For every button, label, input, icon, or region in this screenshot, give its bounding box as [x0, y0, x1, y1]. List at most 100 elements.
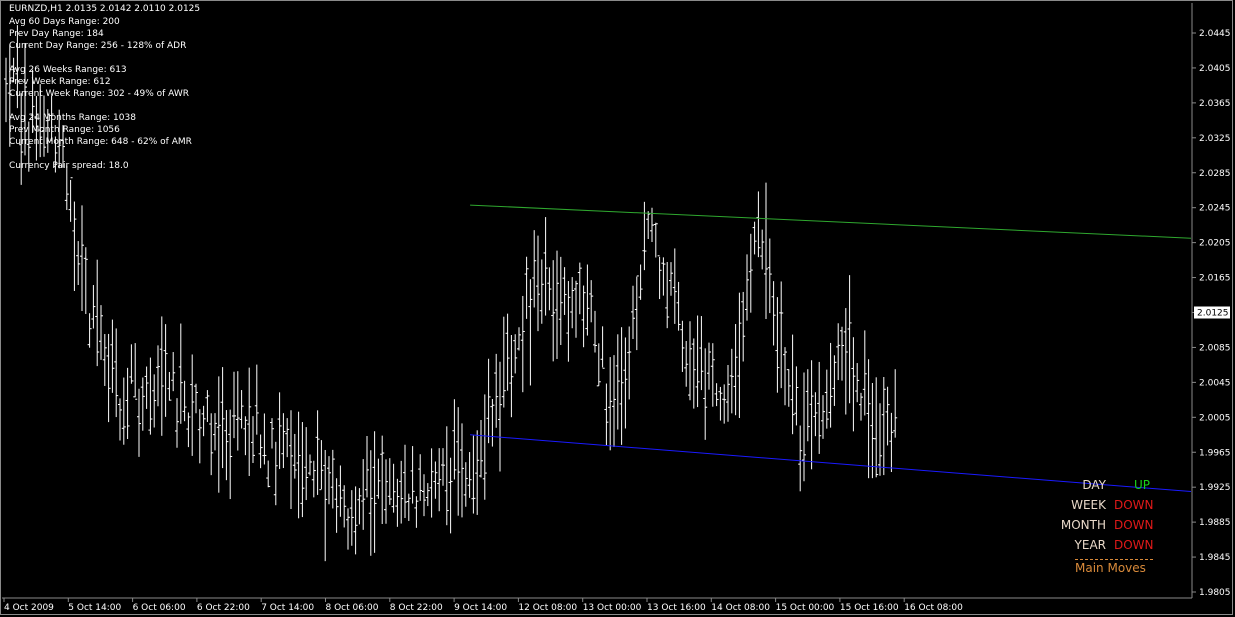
time-tick-label: 5 Oct 14:00 — [68, 603, 121, 613]
time-tick-label: 16 Oct 08:00 — [904, 603, 963, 613]
ohlc-bar — [657, 255, 662, 300]
price-tick-label: 1.9805 — [1199, 588, 1231, 598]
ohlc-bar — [703, 348, 708, 440]
ohlc-bar — [308, 454, 312, 476]
ohlc-bar — [893, 369, 898, 438]
ohlc-bar — [235, 371, 240, 451]
ohlc-bar — [885, 386, 890, 446]
trend-value: DOWN — [1114, 498, 1154, 512]
ohlc-bar — [133, 343, 138, 400]
ohlc-bar — [247, 367, 252, 476]
ohlc-bar — [695, 315, 700, 408]
price-tick-label: 2.0245 — [1199, 204, 1231, 214]
symbol-ohlc-readout: EURNZD,H1 2.0135 2.0142 2.0110 2.0125 — [9, 4, 201, 14]
ohlc-bar — [596, 343, 601, 387]
ohlc-bar — [661, 257, 666, 296]
ohlc-bar — [384, 459, 388, 524]
main-moves-divider — [1075, 559, 1153, 560]
ohlc-bar — [619, 327, 624, 445]
ohlc-bar — [756, 191, 761, 258]
ohlc-bar — [121, 377, 126, 445]
trend-label: YEAR — [1074, 538, 1106, 552]
ohlc-bar — [391, 463, 396, 513]
ohlc-bar — [463, 462, 468, 507]
ohlc-bar — [289, 410, 293, 510]
ohlc-bar — [558, 256, 563, 346]
ohlc-bar — [688, 321, 692, 401]
ohlc-bar — [175, 398, 179, 448]
ohlc-bar — [551, 260, 556, 362]
ohlc-bar — [102, 334, 107, 386]
ohlc-bar — [536, 235, 540, 332]
price-tick-label: 2.0165 — [1199, 274, 1231, 284]
ohlc-bar — [498, 361, 502, 472]
ohlc-bar — [254, 364, 259, 435]
ohlc-bar — [353, 486, 358, 555]
ohlc-bar — [479, 419, 483, 478]
ohlc-bar — [106, 333, 111, 423]
ohlc-bar — [144, 366, 149, 409]
time-tick-label: 6 Oct 06:00 — [133, 603, 186, 613]
ohlc-bar — [684, 341, 689, 387]
ohlc-bar — [646, 211, 651, 240]
ohlc-bar — [889, 412, 894, 473]
ohlc-bar — [114, 328, 119, 418]
price-tick-label: 1.9925 — [1199, 483, 1231, 493]
ohlc-bar — [178, 323, 183, 424]
resistance-trendline[interactable] — [470, 204, 1192, 239]
ohlc-bar — [285, 418, 290, 458]
price-tick-label: 2.0005 — [1199, 413, 1231, 423]
ohlc-bar — [547, 267, 552, 311]
ohlc-bar — [209, 413, 214, 476]
ohlc-bar — [517, 327, 521, 351]
ohlc-bar — [110, 319, 115, 393]
ohlc-bar — [129, 344, 134, 384]
ohlc-bar — [441, 448, 445, 486]
ohlc-bar — [201, 405, 206, 437]
time-tick-label: 6 Oct 22:00 — [197, 603, 250, 613]
price-tick-label: 2.0205 — [1199, 239, 1231, 249]
ohlc-bar — [437, 448, 442, 512]
ohlc-bar — [418, 454, 423, 501]
ohlc-bar — [555, 250, 559, 359]
ohlc-bar — [429, 448, 434, 518]
info-line: Avg 60 Days Range: 200 — [9, 17, 120, 27]
price-tick-label: 1.9845 — [1199, 553, 1231, 563]
ohlc-bar — [171, 352, 176, 392]
time-tick-label: 13 Oct 00:00 — [583, 603, 642, 613]
ohlc-bar — [767, 238, 772, 314]
ohlc-bar — [140, 377, 145, 431]
ohlc-bar — [338, 465, 343, 517]
ohlc-bar — [798, 425, 803, 492]
ohlc-bar — [186, 412, 191, 448]
info-line: Current Month Range: 648 - 62% of AMR — [9, 137, 192, 147]
ohlc-bar — [319, 440, 324, 491]
ohlc-bar — [729, 348, 734, 414]
ohlc-bar — [585, 264, 590, 336]
ohlc-bar — [764, 182, 768, 319]
ohlc-bar — [232, 371, 236, 439]
ohlc-bar — [562, 267, 567, 315]
ohlc-bar — [881, 377, 886, 476]
ohlc-bar — [840, 326, 844, 381]
ohlc-bar — [91, 285, 96, 329]
ohlc-bar — [745, 254, 749, 321]
ohlc-bar — [239, 390, 244, 429]
info-line: Currency Pair spread: 18.0 — [9, 161, 129, 171]
ohlc-bar — [824, 369, 829, 429]
ohlc-bar — [593, 310, 597, 353]
time-tick-label: 14 Oct 08:00 — [711, 603, 770, 613]
ohlc-bar — [452, 399, 457, 480]
ohlc-bar — [486, 358, 491, 444]
ohlc-bar — [125, 367, 130, 440]
ohlc-bar — [414, 496, 419, 528]
ohlc-bar — [357, 488, 362, 525]
price-tick-label: 2.0085 — [1199, 343, 1231, 353]
ohlc-bar — [790, 334, 795, 435]
ohlc-bar — [327, 456, 331, 505]
ohlc-bar — [376, 458, 381, 499]
ohlc-bar — [501, 316, 506, 408]
ohlc-bar — [783, 347, 787, 406]
ohlc-bar — [699, 316, 704, 391]
ohlc-bar — [448, 457, 453, 534]
